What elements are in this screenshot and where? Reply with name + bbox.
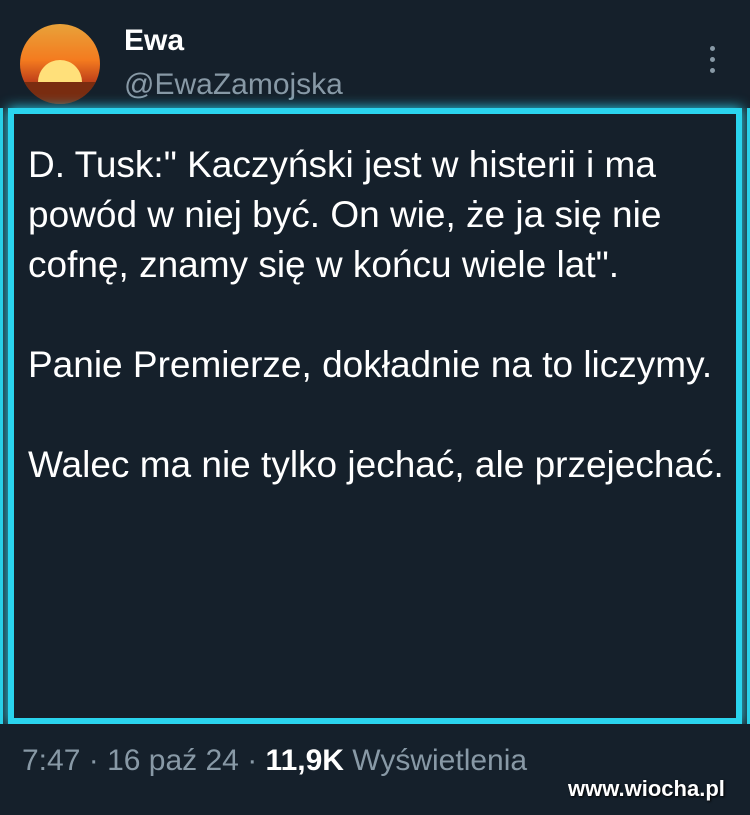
user-handle[interactable]: @EwaZamojska: [124, 68, 343, 102]
tweet-date[interactable]: 16 paź 24: [107, 744, 239, 777]
more-options-icon[interactable]: [704, 46, 720, 80]
dot: [709, 46, 715, 51]
tweet-paragraph: Walec ma nie tylko jechać, ale przejecha…: [28, 444, 724, 485]
tweet-paragraph: Panie Premierze, dokładnie na to liczymy…: [28, 344, 713, 385]
separator: ·: [88, 744, 99, 777]
tweet-text: D. Tusk:" Kaczyński jest w histerii i ma…: [28, 140, 728, 490]
display-name[interactable]: Ewa: [124, 24, 184, 58]
watermark: www.wiocha.pl: [568, 776, 725, 801]
sun-shape: [38, 60, 82, 82]
tweet-paragraph: D. Tusk:" Kaczyński jest w histerii i ma…: [28, 144, 662, 285]
dot: [709, 57, 715, 62]
tweet-header: Ewa @EwaZamojska: [0, 0, 750, 108]
dot: [709, 68, 715, 73]
views-label: Wyświetlenia: [352, 744, 528, 777]
tweet-meta: 7:47 · 16 paź 24 · 11,9K Wyświetlenia: [22, 744, 527, 778]
tweet-time[interactable]: 7:47: [22, 744, 80, 777]
sunset-avatar-icon[interactable]: [20, 24, 100, 104]
views-count: 11,9K: [265, 744, 344, 777]
tweet-body: D. Tusk:" Kaczyński jest w histerii i ma…: [8, 108, 742, 724]
separator: ·: [247, 744, 258, 777]
sea-shape: [20, 82, 100, 104]
